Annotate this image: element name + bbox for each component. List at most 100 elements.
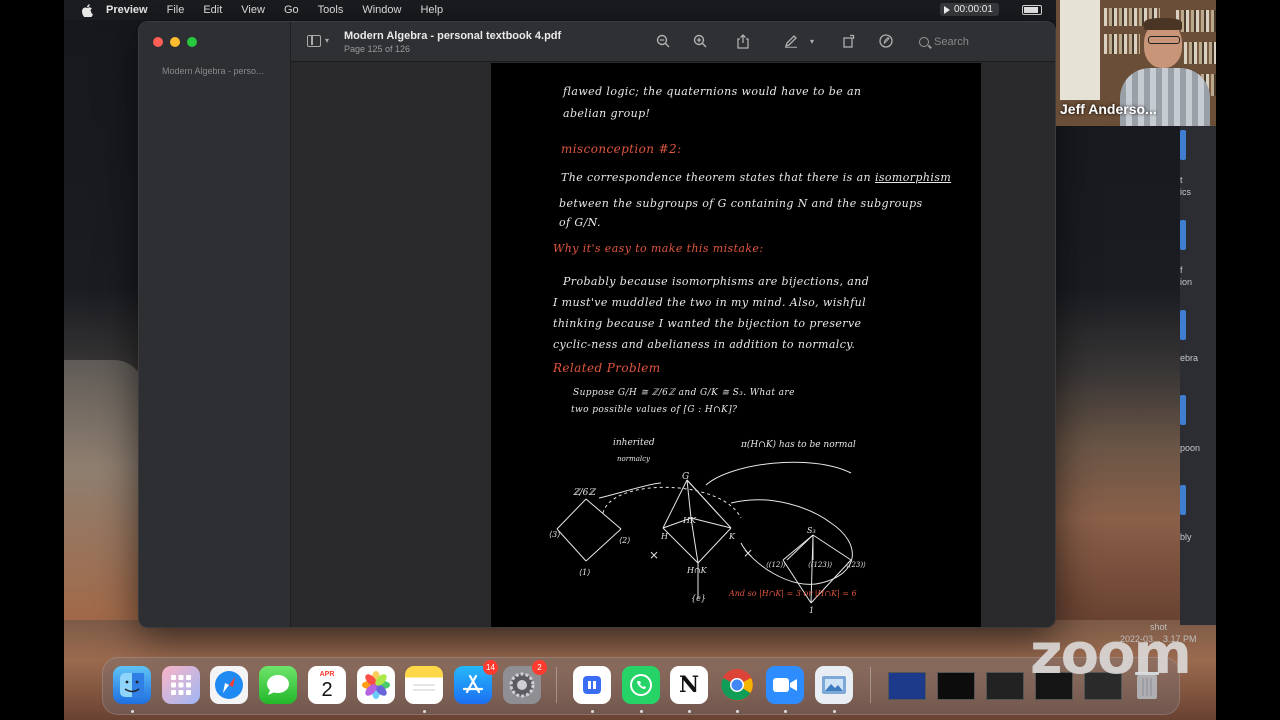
docs-app-icon[interactable] — [573, 666, 611, 704]
annotate-icon[interactable] — [878, 33, 894, 49]
sidebar-toggle-icon[interactable] — [307, 35, 321, 47]
finder-icon[interactable] — [113, 666, 151, 704]
note-line: The correspondence theorem states that t… — [561, 171, 952, 184]
running-indicator — [640, 710, 643, 713]
books — [1176, 10, 1216, 32]
battery-icon[interactable] — [1022, 5, 1042, 15]
minimized-window-thumbnail[interactable] — [888, 672, 926, 700]
apple-icon[interactable] — [80, 3, 94, 17]
zoom-out-icon[interactable] — [655, 33, 671, 49]
menu-view[interactable]: View — [241, 4, 265, 16]
notes-icon[interactable] — [405, 666, 443, 704]
photos-icon[interactable] — [357, 666, 395, 704]
preview-window: Modern Algebra - perso... ▾ Modern Algeb… — [138, 21, 1056, 628]
menu-window[interactable]: Window — [362, 4, 401, 16]
document-viewport[interactable]: flawed logic; the quaternions would have… — [291, 63, 1055, 627]
note-line: of G/N. — [559, 216, 601, 229]
label-gen3: ⟨3⟩ — [549, 530, 560, 539]
zoom-in-icon[interactable] — [692, 33, 708, 49]
label-gen1: ⟨1⟩ — [579, 568, 590, 577]
search-placeholder: Search — [934, 36, 969, 48]
zoom-app-icon[interactable] — [766, 666, 804, 704]
label-answer: And so |H∩K| = 3 or |H∩K| = 6 — [728, 589, 857, 598]
label-gen2: ⟨2⟩ — [619, 536, 630, 545]
markup-pen-icon[interactable] — [783, 33, 799, 49]
thumbnail-sidebar: Modern Algebra - perso... — [139, 22, 291, 627]
label-one: 1 — [809, 606, 814, 615]
diagram-labels: inherited normalcy π(H∩K) has to be norm… — [549, 438, 866, 615]
notion-icon[interactable]: N — [670, 666, 708, 704]
person-glasses — [1148, 36, 1180, 44]
notification-badge: 14 — [483, 660, 498, 675]
running-indicator — [591, 710, 594, 713]
note-heading: Related Problem — [553, 361, 661, 375]
zoom-participant-video[interactable]: Jeff Anderso... — [1056, 0, 1216, 126]
video-frame-right — [1216, 0, 1280, 720]
label-s3-23: ⟨(23)⟩ — [846, 561, 866, 569]
bg-row: ics — [1180, 187, 1191, 197]
label-normalcy: normalcy — [617, 455, 651, 463]
system-preferences-icon[interactable]: 2 — [503, 660, 547, 704]
play-icon — [944, 5, 950, 14]
pdf-page[interactable]: flawed logic; the quaternions would have… — [491, 63, 981, 627]
menu-app-preview[interactable]: Preview — [106, 4, 148, 16]
menu-help[interactable]: Help — [420, 4, 443, 16]
note-line: between the subgroups of G containing N … — [559, 197, 923, 210]
label-z6z: ℤ/6ℤ — [573, 488, 596, 498]
background-window: t ics f ion ebra poon bly — [1180, 125, 1216, 625]
menu-file[interactable]: File — [167, 4, 185, 16]
note-line: two possible values of [G : H∩K]? — [571, 405, 738, 415]
label-h-intersect-k: H∩K — [686, 566, 708, 575]
bg-row: f — [1180, 265, 1183, 275]
note-heading: Why it's easy to make this mistake: — [553, 242, 764, 255]
label-inherited: inherited — [613, 438, 655, 448]
chevron-down-icon[interactable]: ▾ — [804, 33, 820, 49]
launchpad-icon[interactable] — [162, 666, 200, 704]
minimized-window-thumbnail[interactable] — [937, 672, 975, 700]
calendar-icon[interactable]: APR 2 — [308, 666, 346, 704]
notification-badge: 2 — [532, 660, 547, 675]
recording-indicator[interactable]: 00:00:01 — [940, 3, 999, 16]
folder-icon — [1180, 220, 1186, 250]
bg-row: bly — [1180, 532, 1192, 542]
minimized-window-thumbnail[interactable] — [986, 672, 1024, 700]
app-store-icon[interactable]: 14 — [454, 660, 498, 704]
menu-bar: Preview File Edit View Go Tools Window H… — [64, 0, 1216, 20]
person-shirt — [1120, 68, 1210, 126]
running-indicator — [131, 710, 134, 713]
toolbar: ▾ Modern Algebra - personal textbook 4.p… — [291, 22, 1055, 62]
search-icon — [919, 37, 929, 47]
minimize-window-button[interactable] — [170, 37, 180, 47]
wall-panel — [1060, 0, 1100, 100]
messages-icon[interactable] — [259, 666, 297, 704]
whatsapp-icon[interactable] — [622, 666, 660, 704]
chevron-down-icon[interactable]: ▾ — [325, 36, 329, 45]
close-window-button[interactable] — [153, 37, 163, 47]
running-indicator — [423, 710, 426, 713]
dock-separator — [870, 667, 871, 703]
label-cross: × — [743, 546, 753, 560]
folder-icon — [1180, 310, 1186, 340]
label-s3-12: ⟨(12)⟩ — [766, 561, 786, 569]
folder-icon — [1180, 395, 1186, 425]
menu-go[interactable]: Go — [284, 4, 299, 16]
rotate-icon[interactable] — [841, 33, 857, 49]
label-cross: × — [649, 548, 659, 562]
search-field[interactable]: Search — [915, 32, 1045, 52]
menu-tools[interactable]: Tools — [318, 4, 344, 16]
sidebar-document-title[interactable]: Modern Algebra - perso... — [162, 66, 264, 76]
safari-icon[interactable] — [210, 666, 248, 704]
menu-edit[interactable]: Edit — [203, 4, 222, 16]
chrome-icon[interactable] — [718, 666, 756, 704]
preview-app-icon[interactable] — [815, 666, 853, 704]
books — [1184, 42, 1216, 64]
note-line: cyclic-ness and abelianess in addition t… — [553, 338, 856, 351]
note-line: Probably because isomorphisms are biject… — [563, 275, 870, 288]
note-line: flawed logic; the quaternions would have… — [563, 85, 862, 98]
note-heading: misconception #2: — [561, 142, 682, 156]
note-line: I must've muddled the two in my mind. Al… — [553, 296, 867, 309]
bg-row: t — [1180, 175, 1183, 185]
note-line: abelian group! — [563, 107, 651, 120]
fullscreen-window-button[interactable] — [187, 37, 197, 47]
share-icon[interactable] — [735, 33, 751, 49]
